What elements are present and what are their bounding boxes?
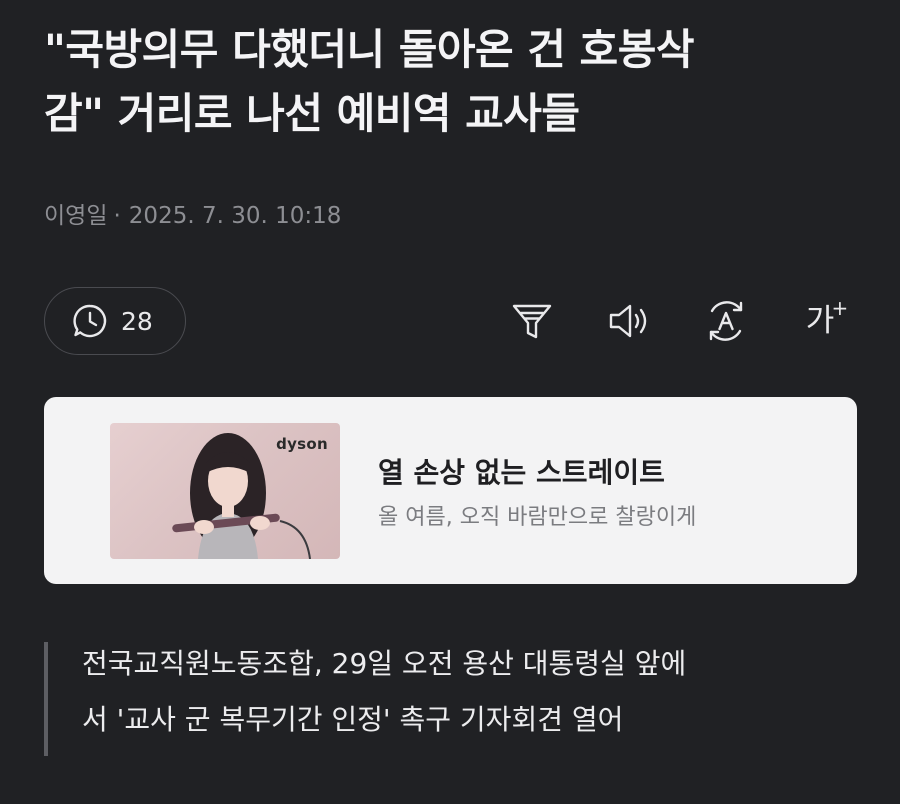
read-aloud-button[interactable] bbox=[606, 297, 654, 345]
ad-brand-logo: dyson bbox=[276, 435, 328, 453]
font-size-button[interactable]: 가 + bbox=[796, 297, 849, 345]
font-size-plus: + bbox=[831, 295, 849, 320]
headline-line-2: 감" 거리로 나선 예비역 교사들 bbox=[44, 89, 580, 138]
translate-icon bbox=[709, 301, 743, 341]
ad-subtitle: 올 여름, 오직 바람만으로 찰랑이게 bbox=[378, 505, 697, 530]
summary-line-1: 전국교직원노동조합, 29일 오전 용산 대통령실 앞에 bbox=[82, 647, 687, 680]
article-headline: "국방의무 다했더니 돌아온 건 호봉삭 감" 거리로 나선 예비역 교사들 bbox=[44, 18, 864, 146]
ad-banner[interactable]: dyson 열 손상 없는 스트레이트 올 여름, 오직 바람만으로 찰랑이게 bbox=[44, 397, 857, 584]
translate-button[interactable] bbox=[702, 297, 750, 345]
article-toolbar: 28 가 + bbox=[44, 287, 856, 355]
font-size-icon: 가 + bbox=[805, 298, 849, 339]
speaker-icon bbox=[609, 304, 647, 338]
filter-icon bbox=[512, 304, 552, 339]
byline: 이영일 · 2025. 7. 30. 10:18 bbox=[44, 196, 341, 230]
summary-line-2: 서 '교사 군 복무기간 인정' 촉구 기자회견 열어 bbox=[82, 703, 624, 736]
byline-separator: · bbox=[113, 203, 121, 229]
ad-image: dyson bbox=[110, 423, 340, 559]
author-name[interactable]: 이영일 bbox=[44, 203, 107, 229]
article-summary: 전국교직원노동조합, 29일 오전 용산 대통령실 앞에 서 '교사 군 복무기… bbox=[44, 642, 864, 756]
article-page: "국방의무 다했더니 돌아온 건 호봉삭 감" 거리로 나선 예비역 교사들 이… bbox=[0, 0, 900, 804]
publish-datetime: 2025. 7. 30. 10:18 bbox=[128, 203, 342, 229]
comment-count: 28 bbox=[121, 306, 153, 336]
filter-button[interactable] bbox=[508, 297, 556, 345]
comment-clock-icon bbox=[73, 304, 107, 338]
font-size-label: 가 bbox=[805, 302, 835, 339]
ad-title: 열 손상 없는 스트레이트 bbox=[378, 456, 665, 489]
comments-button[interactable]: 28 bbox=[44, 287, 186, 355]
headline-line-1: "국방의무 다했더니 돌아온 건 호봉삭 bbox=[44, 25, 694, 74]
